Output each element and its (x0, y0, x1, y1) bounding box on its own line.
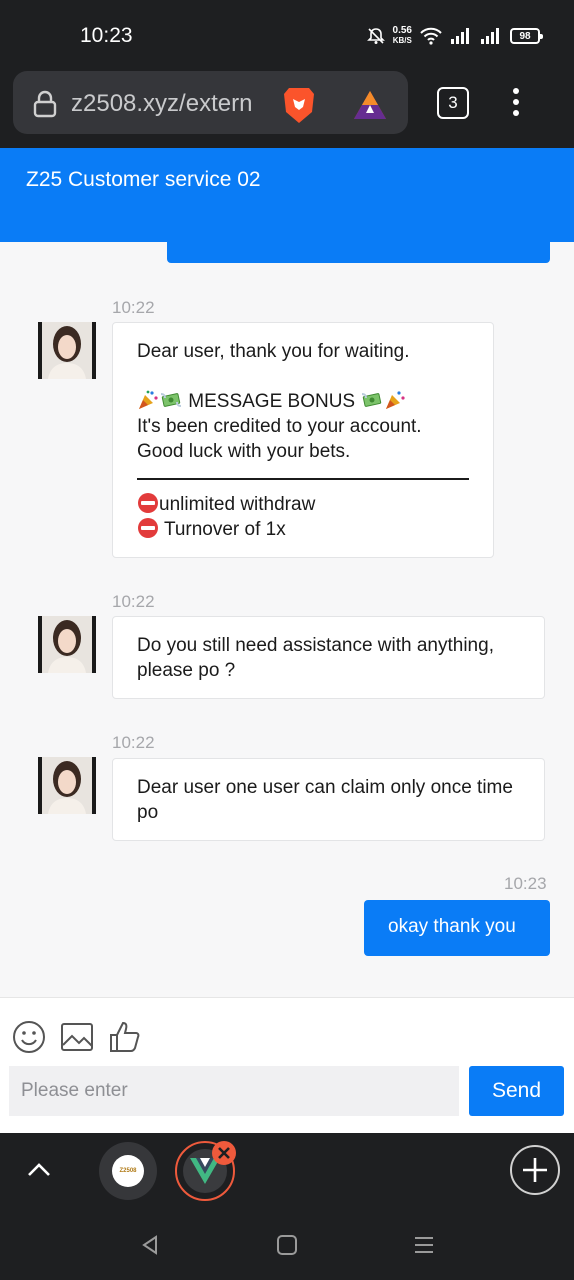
back-icon[interactable] (138, 1233, 162, 1257)
party-popper-icon-2 (386, 391, 405, 409)
recents-icon[interactable] (412, 1233, 436, 1257)
message-bubble: Dear user one user can claim only once t… (112, 758, 545, 841)
browser-bottom-toolbar: Z2508 (0, 1133, 574, 1211)
lock-icon (33, 90, 57, 118)
message-time: 10:22 (112, 592, 155, 611)
site-logo-icon: Z2508 (112, 1155, 144, 1187)
agent-avatar-image (38, 616, 96, 673)
tab-switcher-button[interactable]: 3 (437, 87, 469, 119)
bonus-line: MESSAGE BONUS (137, 389, 469, 414)
message-bubble-sent: okay thank you (364, 900, 550, 956)
home-icon[interactable] (275, 1233, 299, 1257)
plus-icon (523, 1158, 547, 1182)
message-bubble: Do you still need assistance with anythi… (112, 616, 545, 699)
status-bar: 10:23 0.56 KB/S 98 (0, 0, 574, 66)
message-bubble: Dear user, thank you for waiting. MESSAG… (112, 322, 494, 558)
chevron-up-icon[interactable] (26, 1159, 52, 1179)
divider (137, 478, 469, 480)
network-speed-value: 0.56 (392, 25, 412, 36)
network-speed-unit: KB/S (392, 36, 412, 45)
message-time: 10:23 (504, 874, 547, 893)
avatar[interactable] (38, 757, 96, 814)
message-input[interactable] (9, 1066, 459, 1116)
image-icon[interactable] (60, 1020, 94, 1054)
message-line: It's been credited to your account. (137, 416, 422, 437)
emoji-icon[interactable] (12, 1020, 46, 1054)
message-composer: Send (0, 997, 574, 1133)
status-time: 10:23 (80, 24, 133, 47)
more-menu-icon[interactable] (506, 88, 526, 120)
address-bar[interactable]: z2508.xyz/extern (13, 71, 408, 134)
message-time: 10:22 (112, 298, 155, 317)
message-line: Good luck with your bets. (137, 441, 351, 462)
close-icon[interactable] (212, 1141, 236, 1165)
avatar[interactable] (38, 616, 96, 673)
send-button[interactable]: Send (469, 1066, 564, 1116)
chat-header: Z25 Customer service 02 (0, 148, 574, 242)
system-nav-bar (0, 1211, 574, 1280)
brave-shield-icon[interactable] (281, 85, 317, 125)
chat-title: Z25 Customer service 02 (26, 168, 261, 191)
signal-icon-2 (481, 28, 499, 44)
signal-icon (451, 28, 469, 44)
mute-bell-icon (366, 28, 385, 44)
message-text: okay thank you (388, 916, 516, 937)
status-icons: 0.56 KB/S 98 (366, 24, 543, 48)
message-text: Do you still need assistance with anythi… (137, 635, 494, 681)
no-entry-icon (138, 518, 158, 538)
message-time: 10:22 (112, 733, 155, 752)
party-popper-icon (139, 390, 158, 409)
battery-icon: 98 (510, 28, 543, 44)
bonus-item-text: unlimited withdraw (159, 494, 316, 515)
bonus-item: Turnover of 1x (137, 517, 469, 542)
avatar[interactable] (38, 322, 96, 379)
thumbs-up-icon[interactable] (108, 1020, 142, 1054)
battery-level: 98 (519, 30, 531, 42)
tab-group-bubble[interactable]: Z2508 (99, 1142, 157, 1200)
no-entry-icon (138, 493, 158, 513)
wifi-icon (420, 27, 442, 45)
money-wings-icon (160, 393, 182, 407)
bonus-item-text: Turnover of 1x (163, 519, 286, 540)
brave-rewards-icon[interactable] (352, 89, 388, 121)
money-wings-icon-2 (362, 393, 382, 407)
agent-avatar-image (38, 322, 96, 379)
new-tab-button[interactable] (510, 1145, 560, 1195)
browser-toolbar: z2508.xyz/extern 3 (0, 66, 574, 148)
header-tab-strip (167, 242, 550, 263)
url-text[interactable]: z2508.xyz/extern (71, 90, 252, 118)
agent-avatar-image (38, 757, 96, 814)
message-line: Dear user, thank you for waiting. (137, 341, 410, 362)
bonus-item: unlimited withdraw (137, 492, 469, 517)
bonus-text: MESSAGE BONUS (188, 391, 356, 412)
message-text: Dear user one user can claim only once t… (137, 777, 513, 823)
network-speed: 0.56 KB/S (393, 26, 412, 46)
